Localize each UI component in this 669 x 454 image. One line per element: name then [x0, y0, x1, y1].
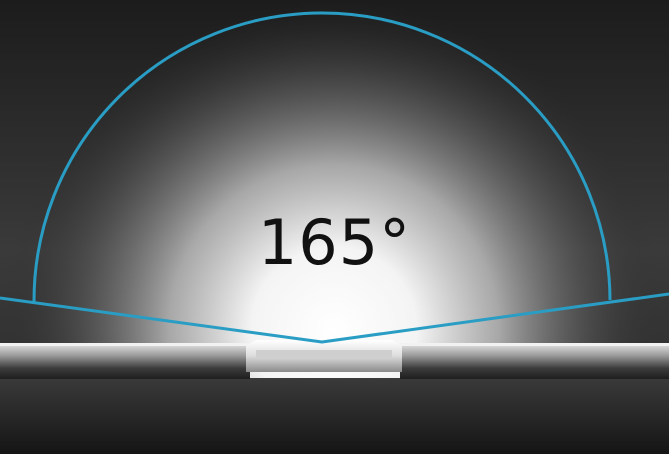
beam-angle-label: 165°: [257, 206, 412, 279]
led-strip-right: [400, 343, 669, 379]
led-beam-angle-photo: 165°: [0, 0, 669, 454]
floor-surface: [0, 378, 669, 454]
led-strip-left: [0, 343, 250, 379]
